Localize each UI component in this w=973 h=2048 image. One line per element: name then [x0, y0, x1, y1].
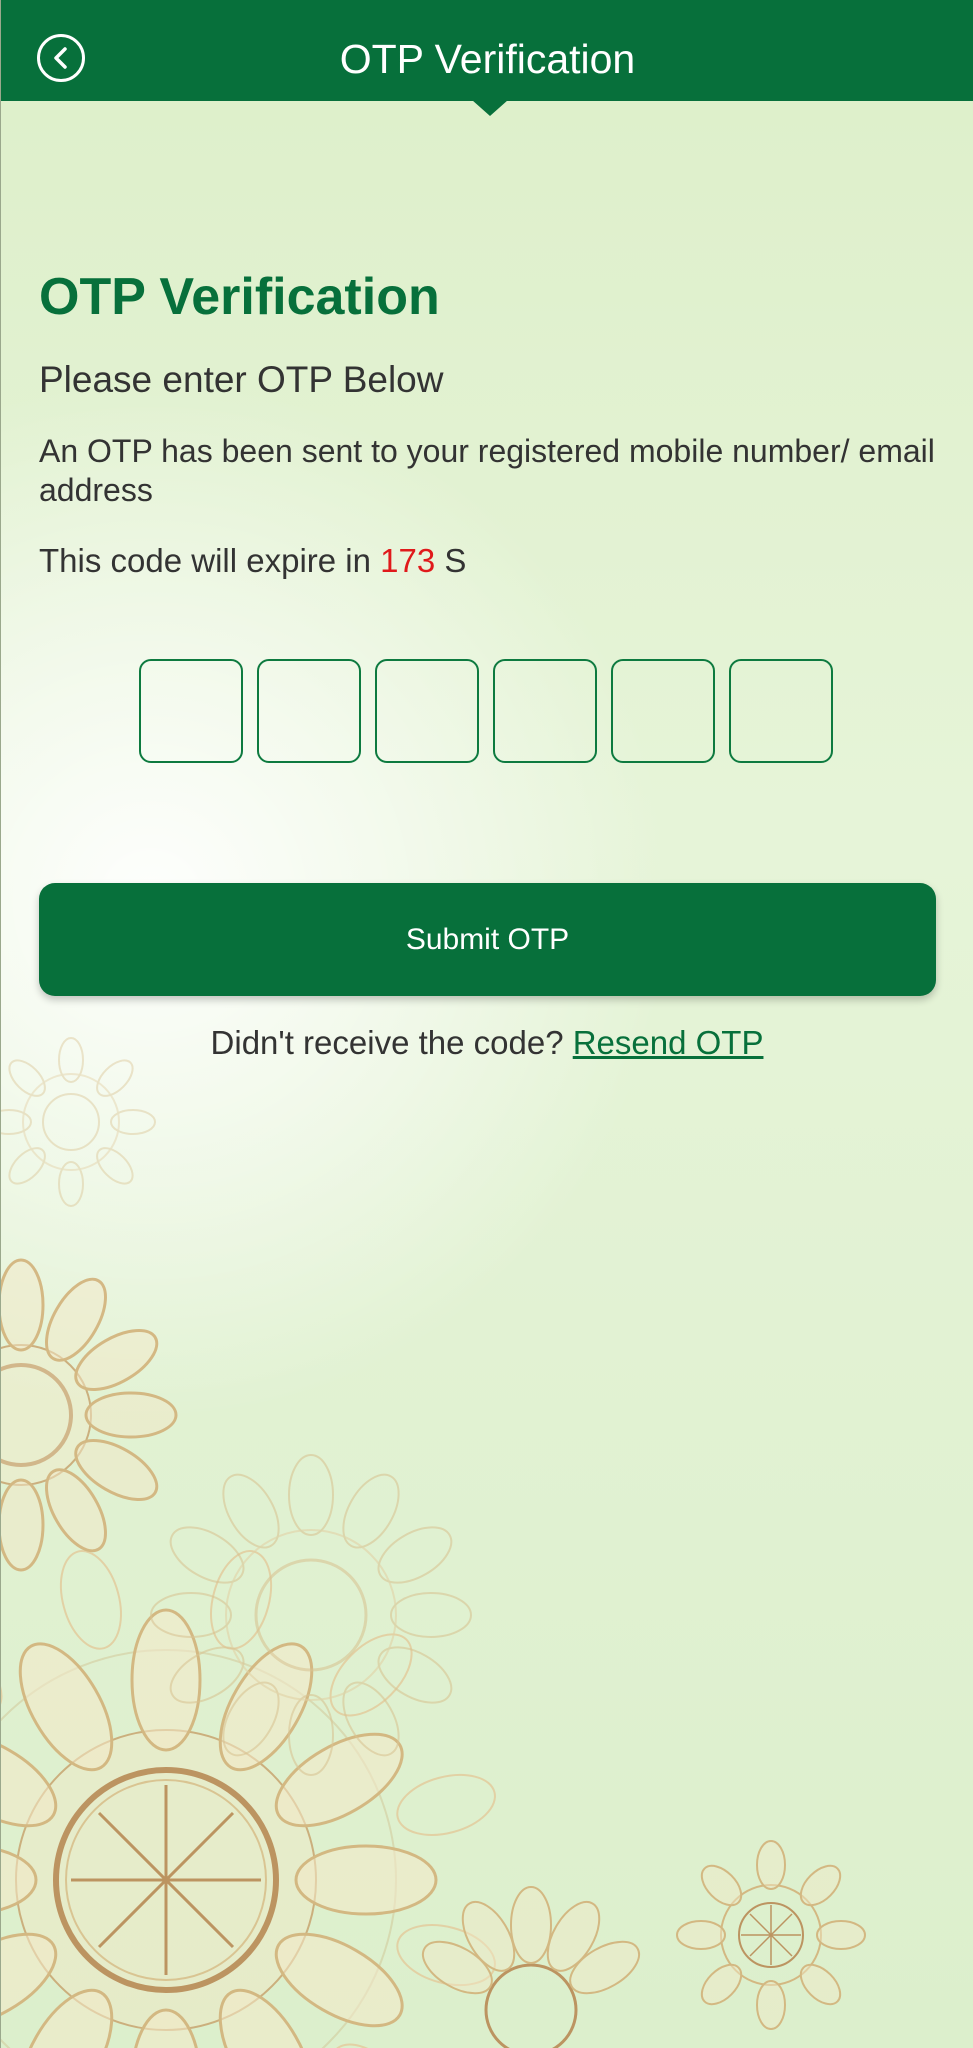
page-subtitle: Please enter OTP Below — [39, 359, 444, 400]
otp-expiry-text: This code will expire in 173 S — [39, 540, 466, 582]
otp-sent-info: An OTP has been sent to your registered … — [39, 433, 935, 508]
expiry-suffix: S — [444, 542, 467, 579]
otp-digit-5[interactable] — [611, 659, 715, 763]
otp-digit-6[interactable] — [729, 659, 833, 763]
otp-digit-4[interactable] — [493, 659, 597, 763]
otp-digit-2[interactable] — [257, 659, 361, 763]
resend-prompt: Didn't receive the code? — [210, 1024, 564, 1061]
otp-digit-3[interactable] — [375, 659, 479, 763]
expiry-countdown: 173 — [380, 542, 436, 579]
app-bar: OTP Verification — [1, 0, 973, 101]
resend-row: Didn't receive the code? Resend OTP — [1, 1022, 973, 1064]
page-title: OTP Verification — [39, 268, 440, 326]
app-bar-notch — [472, 100, 508, 116]
expiry-prefix: This code will expire in — [39, 542, 371, 579]
app-bar-title: OTP Verification — [339, 36, 636, 82]
otp-verification-screen: OTP Verification OTP Verification Please… — [0, 0, 973, 2048]
resend-otp-link[interactable]: Resend OTP — [573, 1024, 764, 1061]
submit-otp-button[interactable]: Submit OTP — [39, 883, 936, 996]
otp-digit-1[interactable] — [139, 659, 243, 763]
